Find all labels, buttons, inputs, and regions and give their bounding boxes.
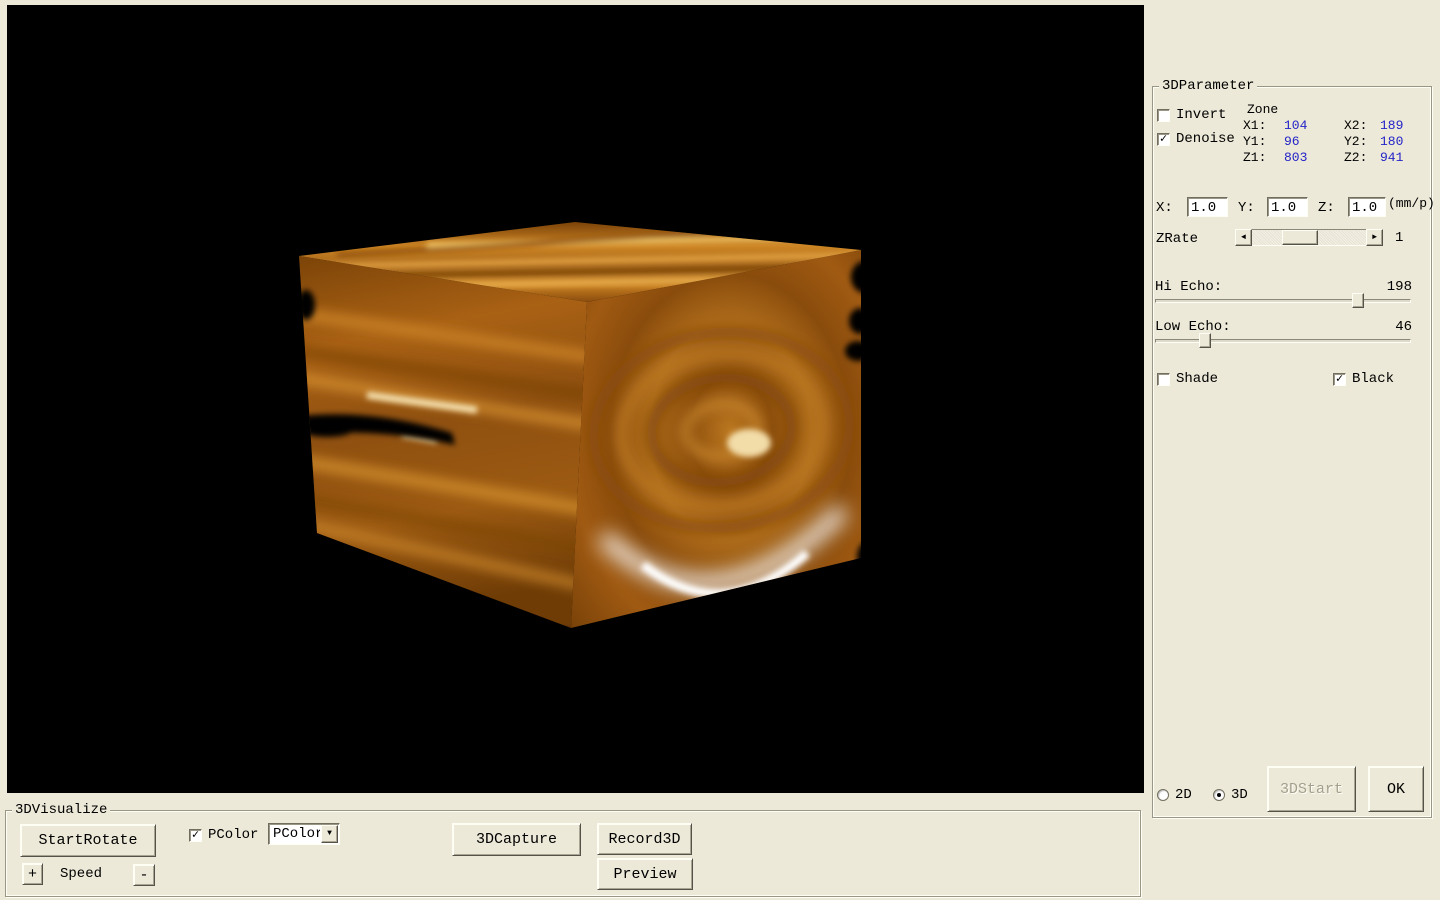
zone-x2-value: 189 <box>1380 118 1403 134</box>
low-echo-value: 46 <box>1372 319 1412 335</box>
zrate-label: ZRate <box>1156 231 1198 247</box>
hi-echo-label: Hi Echo: <box>1155 279 1222 295</box>
scale-unit-label: (mm/p) <box>1388 196 1435 212</box>
preview-button[interactable]: Preview <box>597 858 693 890</box>
pcolor-checkbox-label: PColor <box>208 827 258 843</box>
3dstart-button[interactable]: 3DStart <box>1267 766 1356 812</box>
volume-render <box>7 5 1144 793</box>
zrate-right-arrow-button[interactable]: ► <box>1366 229 1383 246</box>
black-checkbox-box: ✓ <box>1333 373 1346 386</box>
3dcapture-button[interactable]: 3DCapture <box>452 823 581 856</box>
zrate-thumb[interactable] <box>1282 230 1318 245</box>
black-checkbox-label: Black <box>1352 371 1394 387</box>
black-checkbox[interactable]: ✓ Black <box>1333 371 1394 387</box>
render-viewport[interactable] <box>7 5 1144 793</box>
arrow-left-icon: ◄ <box>1241 234 1246 242</box>
denoise-checkbox-box: ✓ <box>1157 133 1170 146</box>
speed-plus-button[interactable]: + <box>22 863 43 885</box>
zone-z1-label: Z1: <box>1243 150 1266 166</box>
zone-y1-label: Y1: <box>1243 134 1266 150</box>
speed-minus-button[interactable]: - <box>133 864 155 886</box>
invert-checkbox-box <box>1157 109 1170 122</box>
x-scale-input[interactable] <box>1187 197 1228 217</box>
z-scale-label: Z: <box>1318 200 1335 216</box>
y-scale-input[interactable] <box>1267 197 1308 217</box>
low-echo-slider-track[interactable] <box>1155 339 1411 343</box>
zone-z2-label: Z2: <box>1344 150 1367 166</box>
zrate-scrollbar[interactable]: ◄ ► <box>1235 229 1383 246</box>
radio-dot <box>1217 793 1221 797</box>
chevron-down-icon: ▼ <box>327 830 332 838</box>
y-scale-label: Y: <box>1238 200 1255 216</box>
zone-x1-value: 104 <box>1284 118 1307 134</box>
radio-2d-circle <box>1157 789 1169 801</box>
radio-2d-label: 2D <box>1175 787 1192 803</box>
zone-x2-label: X2: <box>1344 118 1367 134</box>
hi-echo-slider-thumb[interactable] <box>1352 293 1364 308</box>
speed-label: Speed <box>60 866 102 882</box>
shade-checkbox-box <box>1157 373 1170 386</box>
dropdown-arrow-button[interactable]: ▼ <box>321 825 338 843</box>
hi-echo-slider-track[interactable] <box>1155 299 1411 303</box>
check-icon: ✓ <box>1336 373 1343 385</box>
pcolor-checkbox[interactable]: ✓ PColor <box>189 827 258 843</box>
radio-3d-label: 3D <box>1231 787 1248 803</box>
pcolor-dropdown-value: PColor <box>269 826 320 842</box>
radio-3d[interactable]: 3D <box>1213 787 1248 803</box>
invert-checkbox-label: Invert <box>1176 107 1226 123</box>
shade-checkbox-label: Shade <box>1176 371 1218 387</box>
start-rotate-button[interactable]: StartRotate <box>20 824 156 857</box>
record3d-button[interactable]: Record3D <box>597 823 692 855</box>
check-icon: ✓ <box>192 829 199 841</box>
zone-z2-value: 941 <box>1380 150 1403 166</box>
parameter-groupbox-title: 3DParameter <box>1159 78 1257 94</box>
radio-3d-circle <box>1213 789 1225 801</box>
zone-y1-value: 96 <box>1284 134 1300 150</box>
zrate-track[interactable] <box>1252 229 1366 246</box>
visualize-groupbox-title: 3DVisualize <box>12 802 110 818</box>
invert-checkbox[interactable]: Invert <box>1157 107 1226 123</box>
denoise-checkbox[interactable]: ✓ Denoise <box>1157 131 1235 147</box>
app-window: 3DParameter Invert ✓ Denoise Zone X1: 10… <box>0 0 1440 900</box>
zone-title: Zone <box>1247 102 1278 118</box>
pcolor-checkbox-box: ✓ <box>189 829 202 842</box>
zone-y2-value: 180 <box>1380 134 1403 150</box>
x-scale-label: X: <box>1156 200 1173 216</box>
zrate-value: 1 <box>1395 230 1403 246</box>
check-icon: ✓ <box>1160 133 1167 145</box>
zone-x1-label: X1: <box>1243 118 1266 134</box>
ok-button[interactable]: OK <box>1368 766 1424 812</box>
pcolor-dropdown[interactable]: PColor ▼ <box>268 823 340 845</box>
shade-checkbox[interactable]: Shade <box>1157 371 1218 387</box>
low-echo-slider-thumb[interactable] <box>1199 333 1211 348</box>
radio-2d[interactable]: 2D <box>1157 787 1192 803</box>
arrow-right-icon: ► <box>1372 234 1377 242</box>
zone-y2-label: Y2: <box>1344 134 1367 150</box>
z-scale-input[interactable] <box>1348 197 1386 217</box>
zone-z1-value: 803 <box>1284 150 1307 166</box>
denoise-checkbox-label: Denoise <box>1176 131 1235 147</box>
zrate-left-arrow-button[interactable]: ◄ <box>1235 229 1252 246</box>
low-echo-label: Low Echo: <box>1155 319 1231 335</box>
hi-echo-value: 198 <box>1372 279 1412 295</box>
